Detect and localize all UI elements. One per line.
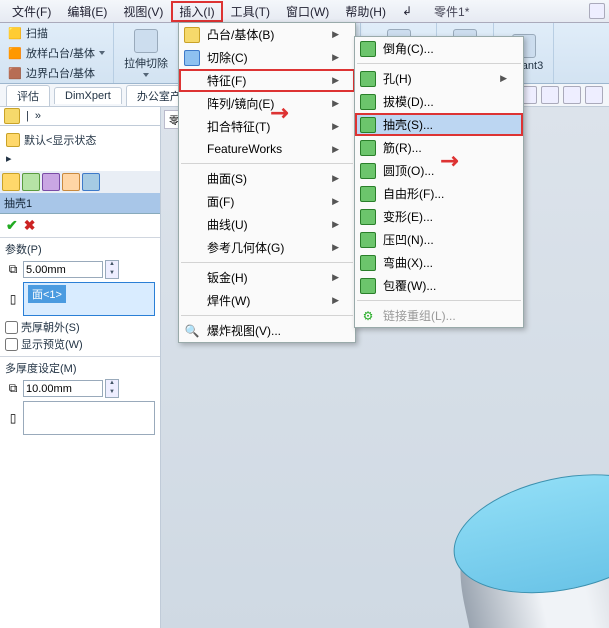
feature-manager-pane: | » 默认<显示状态 ▸ 抽壳1 ✔ ✖ 参数(P) ⧉ ▲▼ — [0, 107, 161, 628]
submenu-hole[interactable]: 孔(H)▶ — [355, 67, 523, 90]
scene-icon[interactable] — [563, 86, 581, 104]
breadcrumb-arrow-icon[interactable]: » — [35, 110, 41, 122]
model-cylinder[interactable] — [443, 456, 609, 628]
submenu-link[interactable]: ⚙链接重组(L)... — [355, 304, 523, 327]
submenu-wrap[interactable]: 包覆(W)... — [355, 274, 523, 297]
submenu-freeform[interactable]: 自由形(F)... — [355, 182, 523, 205]
menu-insert[interactable]: 插入(I) — [171, 1, 222, 22]
submenu-deform[interactable]: 变形(E)... — [355, 205, 523, 228]
part-icon — [4, 108, 20, 124]
faces-selection-box[interactable]: 面<1> — [23, 282, 155, 316]
pm-tab-strip — [0, 171, 160, 193]
document-title: 零件1* — [434, 3, 469, 20]
pm-tab-dimxpert-icon[interactable] — [62, 173, 80, 191]
multi-thickness-spinner[interactable]: ▲▼ — [105, 379, 119, 398]
menu-features[interactable]: 特征(F)▶ — [179, 69, 355, 92]
pm-params-header: 参数(P) — [5, 241, 155, 257]
loft-button[interactable]: 🟧放样凸台/基体 — [6, 44, 107, 62]
menu-help[interactable]: 帮助(H) — [337, 1, 394, 22]
thickness-input[interactable] — [23, 261, 103, 278]
menu-view[interactable]: 视图(V) — [115, 1, 171, 22]
view-settings-icon[interactable] — [585, 86, 603, 104]
submenu-chamfer[interactable]: 倒角(C)... — [355, 37, 523, 60]
thickness-icon: ⧉ — [5, 262, 21, 277]
tab-evaluate[interactable]: 评估 — [6, 85, 50, 106]
pm-ok-button[interactable]: ✔ — [6, 217, 18, 234]
submenu-shell[interactable]: 抽壳(S)... — [355, 113, 523, 136]
featuremanager-breadcrumb: | » — [0, 107, 160, 126]
pm-tab-property-icon[interactable] — [22, 173, 40, 191]
multi-faces-selection-box[interactable] — [23, 401, 155, 435]
pm-tab-display-icon[interactable] — [82, 173, 100, 191]
features-submenu: 倒角(C)... 孔(H)▶ 拔模(D)... 抽壳(S)... 筋(R)...… — [354, 36, 524, 328]
submenu-draft[interactable]: 拔模(D)... — [355, 90, 523, 113]
menu-curve[interactable]: 曲线(U)▶ — [179, 213, 355, 236]
sweep-button[interactable]: 🟨扫描 — [6, 24, 107, 42]
menubar-expand-icon[interactable] — [589, 3, 605, 19]
menu-file[interactable]: 文件(F) — [4, 1, 59, 22]
submenu-flex[interactable]: 弯曲(X)... — [355, 251, 523, 274]
pm-multi-header: 多厚度设定(M) — [5, 360, 155, 376]
menu-featureworks[interactable]: FeatureWorks▶ — [179, 138, 355, 160]
faces-icon: ▯ — [5, 292, 21, 306]
menu-boss-base[interactable]: 凸台/基体(B)▶ — [179, 23, 355, 46]
menu-window[interactable]: 窗口(W) — [278, 1, 337, 22]
multi-faces-icon: ▯ — [5, 411, 21, 425]
tab-dimxpert[interactable]: DimXpert — [54, 87, 122, 104]
menu-surface[interactable]: 曲面(S)▶ — [179, 167, 355, 190]
pm-title: 抽壳1 — [0, 193, 160, 214]
extrude-cut-button[interactable]: 拉伸切除 — [120, 27, 172, 79]
menu-ref-geom[interactable]: 参考几何体(G)▶ — [179, 236, 355, 259]
menu-extra-icon[interactable]: ↲ — [394, 2, 420, 20]
menu-exploded-view[interactable]: 🔍爆炸视图(V)... — [179, 319, 355, 342]
pm-tab-feature-icon[interactable] — [2, 173, 20, 191]
shell-outward-checkbox[interactable]: 壳厚朝外(S) — [5, 319, 155, 335]
menu-edit[interactable]: 编辑(E) — [59, 1, 115, 22]
menu-weldments[interactable]: 焊件(W)▶ — [179, 289, 355, 312]
tree-display-state[interactable]: 默认<显示状态 — [6, 130, 154, 150]
pm-tab-config-icon[interactable] — [42, 173, 60, 191]
thickness-spinner[interactable]: ▲▼ — [105, 260, 119, 279]
menu-bar: 文件(F) 编辑(E) 视图(V) 插入(I) 工具(T) 窗口(W) 帮助(H… — [0, 0, 609, 23]
menu-fastening[interactable]: 扣合特征(T)▶ — [179, 115, 355, 138]
boundary-button[interactable]: 🟫边界凸台/基体 — [6, 64, 107, 82]
multi-thickness-input[interactable] — [23, 380, 103, 397]
menu-face[interactable]: 面(F)▶ — [179, 190, 355, 213]
submenu-indent[interactable]: 压凹(N)... — [355, 228, 523, 251]
menu-tools[interactable]: 工具(T) — [223, 1, 278, 22]
tree-sensors[interactable]: ▸ — [6, 150, 154, 167]
display-style-icon[interactable] — [541, 86, 559, 104]
insert-menu: 凸台/基体(B)▶ 切除(C)▶ 特征(F)▶ 阵列/镜向(E)▶ 扣合特征(T… — [178, 22, 356, 343]
show-preview-checkbox[interactable]: 显示预览(W) — [5, 336, 155, 352]
menu-cut[interactable]: 切除(C)▶ — [179, 46, 355, 69]
multi-thickness-icon: ⧉ — [5, 381, 21, 396]
menu-sheetmetal[interactable]: 钣金(H)▶ — [179, 266, 355, 289]
pm-cancel-button[interactable]: ✖ — [24, 217, 36, 234]
